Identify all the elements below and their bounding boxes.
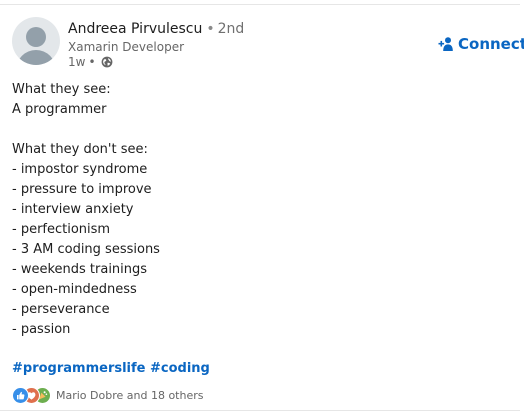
hashtag-link[interactable]: #coding [150, 361, 210, 376]
connect-label: Connect [458, 35, 524, 53]
author-name-row: Andreea Pirvulescu • 2nd [68, 20, 244, 38]
hashtag-link[interactable]: #programmerslife [12, 361, 145, 376]
post-line: - perseverance [12, 302, 110, 317]
avatar-head-shape [26, 27, 46, 47]
post-line: - passion [12, 322, 71, 337]
connect-button[interactable]: Connect [438, 33, 524, 55]
avatar-body-shape [16, 50, 56, 65]
author-headline: Xamarin Developer [68, 40, 185, 54]
add-person-icon [438, 36, 454, 52]
reaction-icons [12, 387, 52, 404]
post-line: - pressure to improve [12, 182, 152, 197]
post-line: What they see: [12, 82, 111, 97]
post-line [12, 120, 512, 140]
top-divider [0, 4, 520, 5]
avatar[interactable] [12, 17, 60, 65]
post-time: 1w [68, 55, 86, 69]
post-line: - 3 AM coding sessions [12, 242, 160, 257]
globe-icon [101, 56, 113, 68]
connection-degree: 2nd [217, 21, 245, 37]
reactions-summary[interactable]: Mario Dobre and 18 others [12, 386, 204, 404]
post-line: A programmer [12, 102, 107, 117]
post-line: - impostor syndrome [12, 162, 148, 177]
post-body: What they see: A programmer What they do… [12, 80, 512, 340]
bottom-divider [0, 410, 520, 411]
post-meta: 1w • [68, 55, 113, 69]
post-line: - weekends trainings [12, 262, 148, 277]
hashtags: #programmerslife #coding [12, 360, 210, 378]
author-name[interactable]: Andreea Pirvulescu [68, 21, 202, 37]
reactions-count: Mario Dobre and 18 others [56, 388, 204, 402]
post-line: What they don't see: [12, 142, 148, 157]
post-line: - open-mindedness [12, 282, 137, 297]
like-icon [12, 387, 29, 404]
degree-separator: • [206, 21, 215, 37]
post-line: - perfectionism [12, 222, 111, 237]
post-line: - interview anxiety [12, 202, 134, 217]
meta-separator: • [88, 55, 96, 69]
